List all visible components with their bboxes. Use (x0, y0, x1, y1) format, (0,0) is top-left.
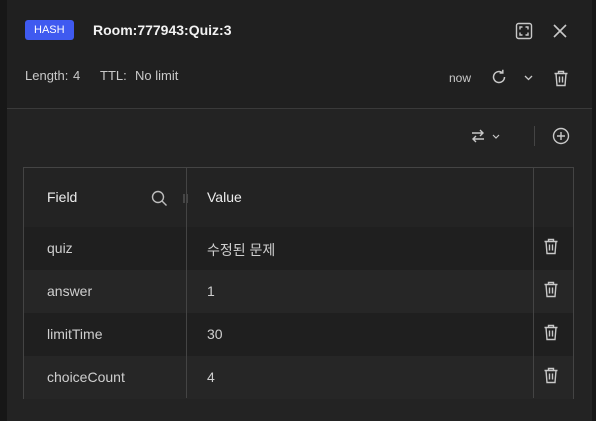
fullscreen-button[interactable] (512, 19, 536, 43)
delete-key-button[interactable] (550, 67, 572, 89)
trash-icon (544, 281, 558, 298)
value-cell[interactable]: 30 (207, 326, 223, 342)
chevron-down-icon (524, 75, 532, 81)
auto-refresh-dropdown[interactable] (521, 71, 535, 85)
value-cell[interactable]: 1 (207, 283, 215, 299)
hash-fields-table: Field Value quiz 수정된 문제 answer 1 limitTi… (23, 167, 574, 399)
swap-icon (472, 129, 484, 143)
field-cell: limitTime (47, 326, 103, 342)
table-row[interactable]: quiz 수정된 문제 (24, 227, 573, 270)
column-header-value: Value (207, 189, 242, 205)
refresh-icon (492, 69, 506, 84)
column-divider (186, 168, 187, 398)
table-row[interactable]: answer 1 (24, 270, 573, 313)
table-row[interactable]: limitTime 30 (24, 313, 573, 356)
length-value: 4 (73, 68, 81, 83)
trash-icon (544, 367, 558, 384)
table-row[interactable]: choiceCount 4 (24, 356, 573, 399)
chevron-down-icon (492, 134, 500, 139)
key-name[interactable]: Room:777943:Quiz:3 (93, 20, 231, 40)
column-divider (533, 168, 534, 398)
fullscreen-icon (515, 22, 533, 40)
field-cell: choiceCount (47, 369, 125, 385)
close-icon (553, 24, 567, 38)
value-cell[interactable]: 4 (207, 369, 215, 385)
view-format-button[interactable] (466, 126, 504, 146)
field-cell: quiz (47, 240, 73, 256)
key-details-panel: HASH Room:777943:Quiz:3 Length: 4 TTL: N… (0, 0, 596, 421)
search-icon (151, 190, 167, 206)
trash-icon (544, 238, 558, 255)
value-cell[interactable]: 수정된 문제 (207, 240, 275, 260)
search-fields-button[interactable] (149, 188, 169, 208)
table-header: Field Value (24, 168, 573, 228)
key-type-badge: HASH (25, 20, 74, 40)
trash-icon (554, 70, 568, 86)
field-cell: answer (47, 283, 93, 299)
delete-field-button[interactable] (543, 367, 559, 384)
delete-field-button[interactable] (543, 238, 559, 255)
column-resize-handle[interactable] (181, 192, 189, 204)
last-refresh-label: now (449, 71, 472, 85)
ttl-label: TTL: (100, 68, 127, 83)
trash-icon (544, 324, 558, 341)
ttl-value[interactable]: No limit (135, 68, 178, 83)
key-header: HASH Room:777943:Quiz:3 Length: 4 TTL: N… (7, 0, 592, 109)
delete-field-button[interactable] (543, 281, 559, 298)
plus-circle-icon (552, 127, 570, 145)
toolbar-divider (534, 126, 535, 146)
delete-field-button[interactable] (543, 324, 559, 341)
column-header-field: Field (47, 189, 78, 205)
length-label: Length: (25, 68, 69, 83)
refresh-button[interactable] (488, 66, 510, 88)
close-button[interactable] (548, 19, 572, 43)
add-field-button[interactable] (550, 126, 572, 146)
